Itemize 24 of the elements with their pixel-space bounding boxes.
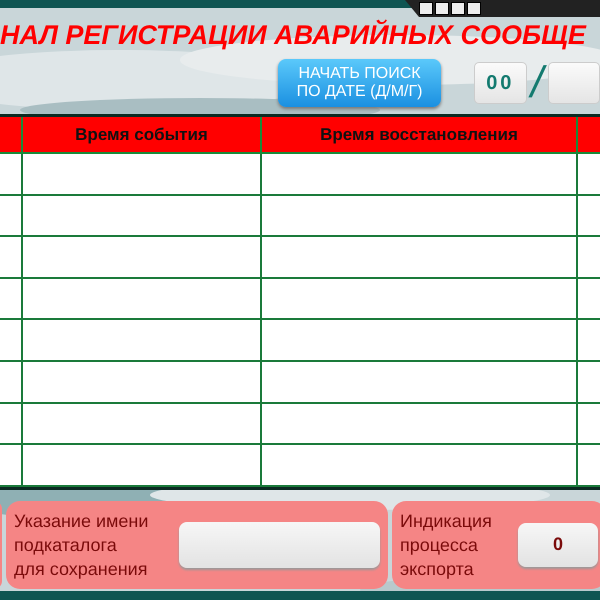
table-header — [0, 117, 23, 154]
table-cell — [0, 237, 23, 279]
date-separator: / — [526, 61, 548, 105]
export-progress-label: Индикация процесса экспорта — [400, 510, 493, 581]
table-header — [578, 117, 600, 154]
table-cell — [0, 320, 23, 362]
subfolder-input-field[interactable] — [179, 522, 380, 568]
table-cell — [0, 278, 23, 320]
table-cell — [0, 196, 23, 238]
date-field[interactable] — [548, 62, 600, 104]
search-by-date-button[interactable]: НАЧАТЬ ПОИСК ПО ДАТЕ (Д/М/Г) — [278, 59, 442, 107]
export-progress-value: 0 — [518, 522, 598, 567]
toolbar-icon[interactable] — [467, 2, 481, 15]
screen-title: НАЛ РЕГИСТРАЦИИ АВАРИЙНЫХ СООБЩЕ — [0, 20, 586, 52]
table-cell — [0, 404, 23, 446]
subfolder-label: Указание имени подкаталога для сохранения — [14, 510, 150, 581]
date-field[interactable]: 00 — [474, 62, 527, 104]
toolbar-icon[interactable] — [435, 2, 449, 15]
table-cell — [0, 362, 23, 404]
toolbar-icon[interactable] — [419, 2, 433, 15]
column-header: Время восстановления — [262, 117, 578, 154]
column-header: Время события — [23, 117, 262, 154]
toolbar-icon[interactable] — [451, 2, 465, 15]
table-cell — [0, 154, 23, 196]
